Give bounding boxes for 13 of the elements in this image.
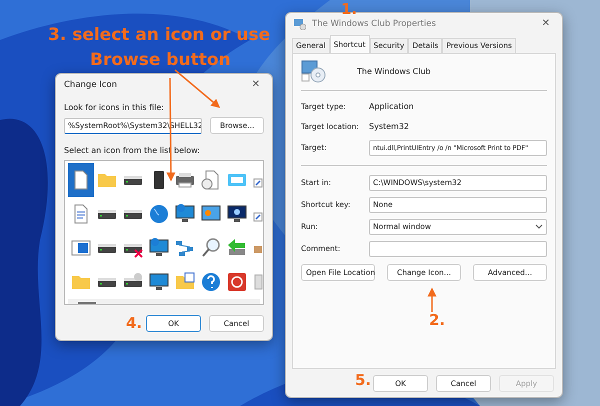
instruction-caption: 3. select an icon or use	[48, 27, 270, 44]
step-number: 4.	[126, 316, 142, 331]
field-label: Look for icons in this file:	[64, 102, 165, 114]
step-number: 5.	[355, 373, 372, 388]
shortcut-name: The Windows Club	[357, 66, 431, 78]
field-value: Application	[369, 101, 414, 113]
step-number: 2.	[429, 313, 446, 328]
window-title: Change Icon	[64, 78, 118, 92]
window-title: The Windows Club Properties	[312, 18, 437, 30]
close-button[interactable]: ✕	[248, 80, 264, 90]
instruction-caption: Browse button	[90, 52, 231, 69]
field-value: System32	[369, 121, 410, 133]
close-button[interactable]: ✕	[538, 19, 554, 29]
